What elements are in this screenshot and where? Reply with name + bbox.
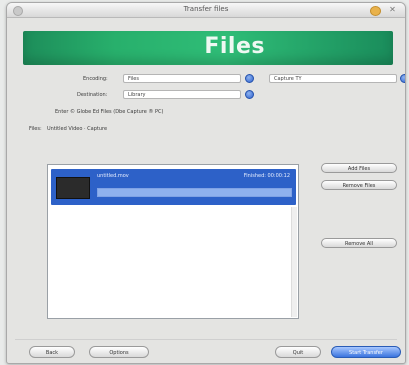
- destination-select[interactable]: Library: [123, 90, 241, 99]
- close-icon[interactable]: ✕: [388, 6, 397, 14]
- app-window: Transfer files ✕ Files Encoding: Files C…: [6, 2, 406, 364]
- encoding-dropdown-icon[interactable]: [245, 74, 254, 83]
- remove-files-button[interactable]: Remove Files: [321, 180, 397, 190]
- target-dropdown-icon[interactable]: [400, 74, 405, 83]
- title-bar: Transfer files ✕: [7, 3, 405, 18]
- minimize-icon[interactable]: [370, 6, 381, 16]
- video-thumbnail: [56, 177, 90, 199]
- header-banner: Files: [23, 31, 393, 65]
- options-button[interactable]: Options: [89, 346, 149, 358]
- encoding-label: Encoding:: [83, 76, 108, 82]
- encoding-select[interactable]: Files: [123, 74, 241, 83]
- progress-fill: [98, 189, 291, 196]
- file-label: Files:: [29, 126, 42, 132]
- start-transfer-button[interactable]: Start Transfer: [331, 346, 401, 358]
- footer-divider: [15, 339, 397, 340]
- target-select[interactable]: Capture TY: [269, 74, 397, 83]
- remove-all-button[interactable]: Remove All: [321, 238, 397, 248]
- destination-label: Destination:: [77, 92, 108, 98]
- list-item-status: Finished: 00:00:12: [243, 173, 290, 179]
- file-list[interactable]: untitled.mov Finished: 00:00:12: [47, 164, 299, 319]
- hint-text: Enter © Globe Ed Files (Dbe Capture ® PC…: [55, 109, 164, 115]
- back-button[interactable]: Back: [29, 346, 75, 358]
- list-item[interactable]: untitled.mov Finished: 00:00:12: [51, 169, 296, 205]
- banner-title: Files: [204, 34, 265, 59]
- file-value: Untitled Video · Capture: [47, 126, 108, 132]
- window-title: Transfer files: [183, 5, 229, 13]
- list-item-name: untitled.mov: [97, 173, 129, 179]
- quit-button[interactable]: Quit: [275, 346, 321, 358]
- add-files-button[interactable]: Add Files: [321, 163, 397, 173]
- list-scrollbar[interactable]: [291, 207, 297, 317]
- transfer-progress-bar: [97, 188, 292, 197]
- destination-dropdown-icon[interactable]: [245, 90, 254, 99]
